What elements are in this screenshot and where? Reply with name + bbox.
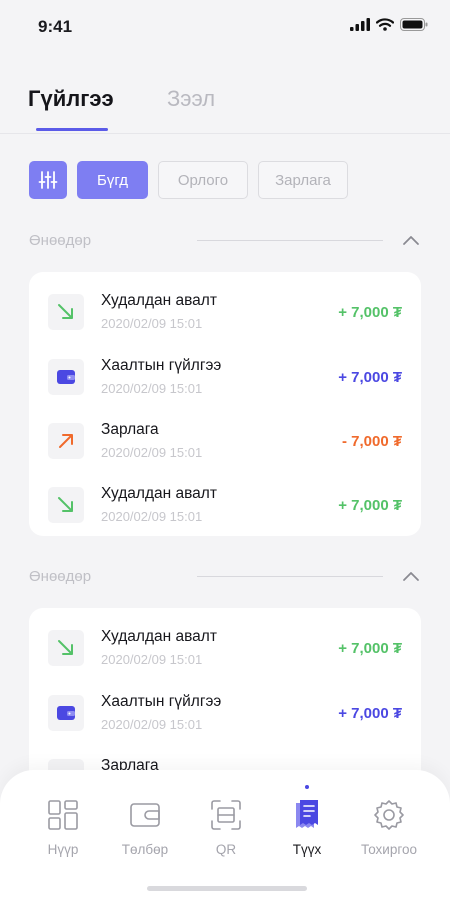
transaction-icon-box bbox=[48, 359, 84, 395]
bottom-nav: Нүүр Төлбөр QR Түүх Тохиргоо bbox=[0, 770, 450, 900]
nav-item-qr[interactable]: QR bbox=[181, 798, 271, 868]
grid-icon bbox=[48, 800, 78, 830]
arrow-up-right-icon bbox=[59, 434, 73, 448]
wallet-icon bbox=[57, 370, 75, 384]
transaction-title: Хаалтын гүйлгээ bbox=[101, 693, 222, 710]
chevron-up-icon[interactable] bbox=[401, 567, 421, 587]
home-indicator bbox=[147, 886, 307, 891]
transaction-date: 2020/02/09 15:01 bbox=[101, 717, 203, 732]
arrow-down-right-icon bbox=[58, 497, 73, 512]
nav-item-history[interactable]: Түүх bbox=[262, 785, 352, 868]
nav-item-home[interactable]: Нүүр bbox=[18, 798, 108, 868]
arrow-down-right-icon bbox=[58, 640, 73, 655]
transactions-card: Худалдан авалт 2020/02/09 15:01 + 7,000 … bbox=[29, 272, 421, 536]
wifi-icon bbox=[376, 18, 394, 31]
gear-icon bbox=[374, 800, 404, 830]
qr-scan-icon bbox=[211, 800, 241, 830]
transaction-amount: + 7,000 ₮ bbox=[338, 304, 402, 321]
tab-transactions[interactable]: Гүйлгээ bbox=[28, 86, 114, 112]
transaction-amount: + 7,000 ₮ bbox=[338, 497, 402, 514]
receipt-icon bbox=[296, 800, 318, 828]
transaction-title: Хаалтын гүйлгээ bbox=[101, 357, 222, 374]
nav-label: QR bbox=[215, 842, 237, 857]
section-divider bbox=[197, 576, 383, 577]
transaction-row[interactable]: Худалдан авалт 2020/02/09 15:01 + 7,000 … bbox=[29, 616, 421, 680]
transaction-row[interactable]: Зарлага 2020/02/09 15:01 - 7,000 ₮ bbox=[29, 409, 421, 473]
transaction-amount: - 7,000 ₮ bbox=[341, 433, 402, 450]
sliders-icon bbox=[38, 171, 58, 189]
transaction-date: 2020/02/09 15:01 bbox=[101, 316, 203, 331]
active-nav-indicator bbox=[305, 785, 309, 789]
chevron-up-icon[interactable] bbox=[401, 231, 421, 251]
transaction-row[interactable]: Хаалтын гүйлгээ 2020/02/09 15:01 + 7,000… bbox=[29, 681, 421, 745]
arrow-down-right-icon bbox=[58, 304, 73, 319]
nav-label: Түүх bbox=[292, 842, 322, 857]
transaction-title: Худалдан авалт bbox=[101, 292, 217, 309]
transaction-title: Худалдан авалт bbox=[101, 628, 217, 645]
transaction-date: 2020/02/09 15:01 bbox=[101, 445, 203, 460]
battery-icon bbox=[400, 18, 428, 31]
section-divider bbox=[197, 240, 383, 241]
section-header[interactable]: Өнөөдөр bbox=[29, 229, 421, 253]
filter-income-chip[interactable]: Орлого bbox=[158, 161, 248, 199]
status-bar: 9:41 bbox=[0, 0, 450, 58]
filter-bar: Бүгд Орлого Зарлага bbox=[29, 161, 348, 199]
status-icons bbox=[350, 18, 428, 31]
filter-expense-chip[interactable]: Зарлага bbox=[258, 161, 348, 199]
transaction-icon-box bbox=[48, 294, 84, 330]
section-title: Өнөөдөр bbox=[29, 568, 92, 585]
section-title: Өнөөдөр bbox=[29, 232, 92, 249]
nav-item-settings[interactable]: Тохиргоо bbox=[344, 798, 434, 868]
transaction-amount: + 7,000 ₮ bbox=[338, 640, 402, 657]
signal-icon bbox=[350, 18, 370, 31]
transaction-row[interactable]: Худалдан авалт 2020/02/09 15:01 + 7,000 … bbox=[29, 280, 421, 344]
transaction-date: 2020/02/09 15:01 bbox=[101, 652, 203, 667]
active-tab-indicator bbox=[36, 128, 108, 131]
transaction-icon-box bbox=[48, 423, 84, 459]
nav-label: Тохиргоо bbox=[361, 842, 417, 857]
transaction-date: 2020/02/09 15:01 bbox=[101, 381, 203, 396]
status-time: 9:41 bbox=[38, 17, 73, 36]
transaction-row[interactable]: Хаалтын гүйлгээ 2020/02/09 15:01 + 7,000… bbox=[29, 345, 421, 409]
transaction-icon-box bbox=[48, 487, 84, 523]
nav-label: Төлбөр bbox=[121, 842, 169, 857]
filter-all-chip[interactable]: Бүгд bbox=[77, 161, 148, 199]
filter-settings-button[interactable] bbox=[29, 161, 67, 199]
section-header[interactable]: Өнөөдөр bbox=[29, 565, 421, 589]
transaction-icon-box bbox=[48, 695, 84, 731]
wallet-icon bbox=[130, 803, 160, 827]
tab-loans[interactable]: Зээл bbox=[167, 86, 215, 112]
tab-bar: Гүйлгээ Зээл bbox=[0, 72, 450, 134]
nav-label: Нүүр bbox=[47, 842, 79, 857]
wallet-icon bbox=[57, 706, 75, 720]
transaction-amount: + 7,000 ₮ bbox=[338, 369, 402, 386]
transaction-title: Худалдан авалт bbox=[101, 485, 217, 502]
transaction-icon-box bbox=[48, 630, 84, 666]
transaction-amount: + 7,000 ₮ bbox=[338, 705, 402, 722]
transaction-title: Зарлага bbox=[101, 421, 159, 438]
transaction-date: 2020/02/09 15:01 bbox=[101, 509, 203, 524]
nav-item-payment[interactable]: Төлбөр bbox=[100, 798, 190, 868]
transaction-row[interactable]: Худалдан авалт 2020/02/09 15:01 + 7,000 … bbox=[29, 473, 421, 537]
